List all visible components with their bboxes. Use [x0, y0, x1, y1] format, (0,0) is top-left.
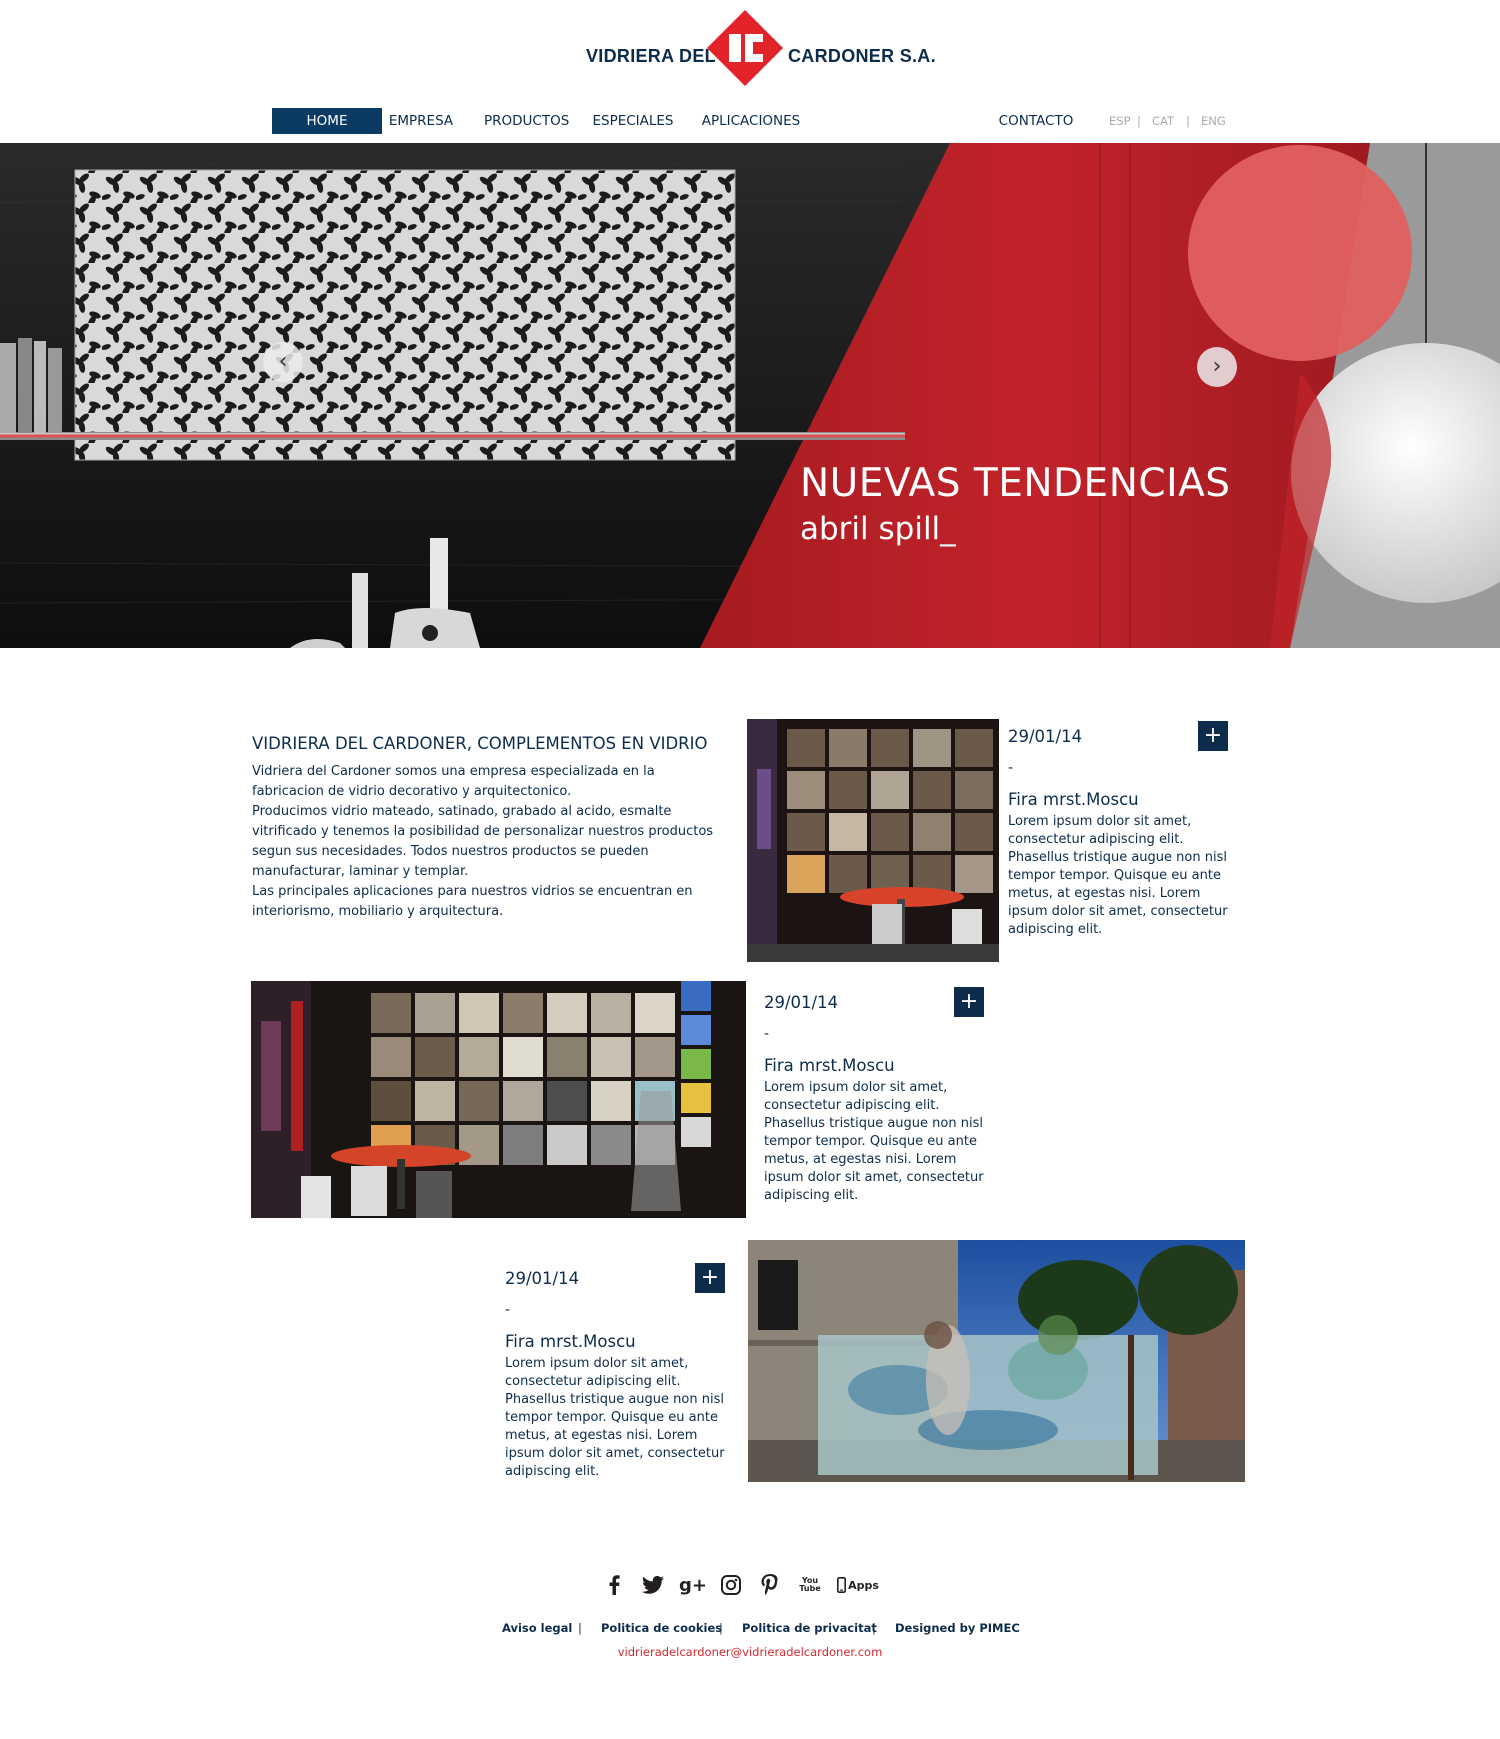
hero-next-button[interactable]: › [1197, 347, 1237, 387]
instagram-icon[interactable] [720, 1573, 742, 1597]
news-dash: - [764, 1026, 770, 1042]
news-text: Lorem ipsum dolor sit amet, consectetur … [1008, 814, 1228, 937]
footer-email-link[interactable]: vidrieradelcardoner@vidrieradelcardoner.… [0, 1645, 1500, 1659]
lang-separator: | [1186, 114, 1190, 128]
main-nav: HOME EMPRESA PRODUCTOS ESPECIALES APLICA… [0, 108, 1500, 136]
news-expand-button[interactable]: + [954, 987, 984, 1017]
footer-link-aviso-legal[interactable]: Aviso legal [502, 1621, 572, 1635]
intro-body: Vidriera del Cardoner somos una empresa … [252, 762, 714, 922]
apps-label: Apps [848, 1578, 879, 1592]
lang-esp[interactable]: ESP [1109, 108, 1131, 134]
news-image[interactable] [251, 981, 746, 1218]
news-dash: - [1008, 760, 1014, 776]
news-image[interactable] [747, 719, 999, 962]
news-item: 29/01/14 + - Fira mrst.Moscu Lorem ipsum… [1008, 721, 1240, 939]
footer-separator: | [719, 1621, 723, 1635]
footer-links: Aviso legal | Politica de cookies | Poli… [0, 1621, 1500, 1641]
news-text: Lorem ipsum dolor sit amet, consectetur … [764, 1080, 984, 1203]
logo-mark-icon [707, 10, 783, 86]
youtube-icon[interactable]: You Tube [797, 1573, 823, 1597]
hero-title: NUEVAS TENDENCIAS [800, 461, 1231, 506]
logo-text-left: VIDRIERA DEL [586, 46, 716, 66]
nav-contacto[interactable]: CONTACTO [996, 108, 1076, 134]
news-title[interactable]: Fira mrst.Moscu [764, 1056, 996, 1075]
hero-prev-button[interactable]: ‹ [263, 342, 303, 382]
news-title[interactable]: Fira mrst.Moscu [1008, 790, 1240, 809]
footer-separator: | [578, 1621, 582, 1635]
chevron-left-icon: ‹ [278, 349, 288, 374]
intro-title: VIDRIERA DEL CARDONER, COMPLEMENTOS EN V… [252, 734, 708, 753]
hero-slider: ‹ › NUEVAS TENDENCIAS abril spill_ [0, 143, 1500, 648]
footer-link-privacitat[interactable]: Politica de privacitat [742, 1621, 877, 1635]
intro-paragraph: Las principales aplicaciones para nuestr… [252, 884, 693, 919]
news-expand-button[interactable]: + [1198, 721, 1228, 751]
nav-aplicaciones[interactable]: APLICACIONES [700, 108, 802, 134]
lang-eng[interactable]: ENG [1201, 108, 1226, 134]
nav-home[interactable]: HOME [272, 108, 382, 134]
news-item: 29/01/14 + - Fira mrst.Moscu Lorem ipsum… [764, 987, 996, 1205]
footer-separator: | [872, 1621, 876, 1635]
facebook-icon[interactable] [604, 1573, 624, 1597]
nav-especiales[interactable]: ESPECIALES [590, 108, 676, 134]
apps-icon[interactable]: Apps [836, 1573, 880, 1597]
intro-paragraph: Vidriera del Cardoner somos una empresa … [252, 764, 655, 799]
news-expand-button[interactable]: + [695, 1263, 725, 1293]
twitter-icon[interactable] [641, 1573, 665, 1597]
news-item: 29/01/14 + - Fira mrst.Moscu Lorem ipsum… [505, 1263, 737, 1481]
intro-paragraph: Producimos vidrio mateado, satinado, gra… [252, 804, 714, 879]
site-logo[interactable]: VIDRIERA DEL CARDONER S.A. [586, 10, 936, 86]
hero-image [0, 143, 1500, 648]
news-text: Lorem ipsum dolor sit amet, consectetur … [505, 1356, 725, 1479]
logo-text-right: CARDONER S.A. [788, 46, 936, 66]
pinterest-icon[interactable] [759, 1573, 781, 1597]
chevron-right-icon: › [1212, 354, 1222, 379]
nav-empresa[interactable]: EMPRESA [384, 108, 458, 134]
google-plus-icon[interactable]: g+ [679, 1573, 707, 1597]
hero-subtitle: abril spill_ [800, 511, 956, 547]
news-dash: - [505, 1302, 511, 1318]
footer-link-cookies[interactable]: Politica de cookies [601, 1621, 722, 1635]
footer-link-designed-by[interactable]: Designed by PIMEC [895, 1621, 1020, 1635]
lang-cat[interactable]: CAT [1152, 108, 1174, 134]
lang-separator: | [1137, 114, 1141, 128]
news-title[interactable]: Fira mrst.Moscu [505, 1332, 737, 1351]
news-image[interactable] [748, 1240, 1245, 1482]
nav-productos[interactable]: PRODUCTOS [484, 108, 569, 134]
